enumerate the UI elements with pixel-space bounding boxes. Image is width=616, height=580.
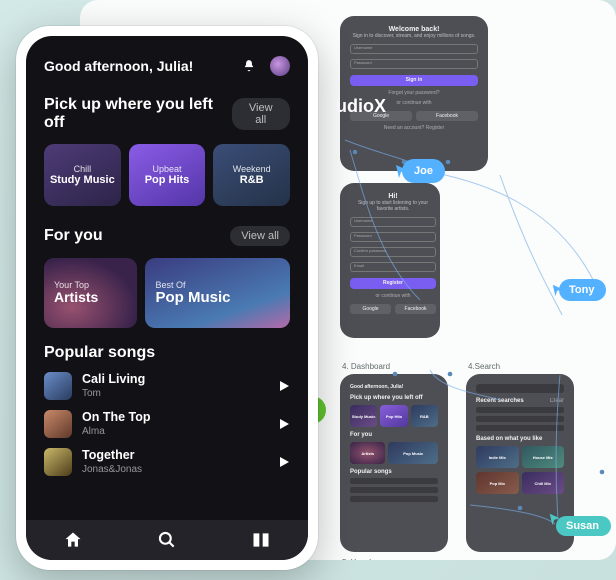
- playlist-card[interactable]: Best Of Pop Music: [145, 258, 290, 328]
- app-name-peek: udioX: [336, 96, 386, 117]
- search-icon[interactable]: [157, 530, 177, 550]
- play-icon[interactable]: [278, 380, 290, 392]
- playlist-card[interactable]: Weekend R&B: [213, 144, 290, 206]
- cursor-icon: [548, 512, 562, 526]
- home-icon[interactable]: [63, 530, 83, 550]
- song-row[interactable]: On The Top Alma: [44, 410, 290, 438]
- view-all-pickup[interactable]: View all: [232, 98, 290, 130]
- thumb-register: Hi! Sign up to start listening to your f…: [340, 183, 440, 338]
- cursor-icon: [551, 283, 565, 297]
- phone-mockup: Good afternoon, Julia! Pick up where you…: [16, 26, 318, 570]
- song-artist: Tom: [82, 388, 268, 399]
- section-title-songs: Popular songs: [44, 344, 155, 362]
- play-icon[interactable]: [278, 456, 290, 468]
- view-all-foryou[interactable]: View all: [230, 226, 290, 246]
- field-password: Password: [350, 59, 478, 69]
- song-title: Together: [82, 449, 268, 462]
- greeting: Good afternoon, Julia!: [44, 58, 193, 74]
- playlist-card[interactable]: Chill Study Music: [44, 144, 121, 206]
- bottom-navbar: [26, 520, 308, 560]
- song-art: [44, 410, 72, 438]
- song-artist: Jonas&Jonas: [82, 464, 268, 475]
- song-title: Cali Living: [82, 373, 268, 386]
- thumb-signin: Welcome back! Sign in to discover, strea…: [340, 16, 488, 171]
- playlist-card[interactable]: Upbeat Pop Hits: [129, 144, 206, 206]
- signin-btn-thumb: Sign in: [350, 75, 478, 86]
- section-title-foryou: For you: [44, 227, 103, 245]
- play-icon[interactable]: [278, 418, 290, 430]
- song-art: [44, 448, 72, 476]
- song-title: On The Top: [82, 411, 268, 424]
- bell-icon[interactable]: [242, 59, 256, 73]
- thumb-dashboard: 4. Dashboard Good afternoon, Julia! Pick…: [340, 374, 448, 552]
- cursor-icon: [394, 163, 410, 179]
- avatar[interactable]: [270, 56, 290, 76]
- field-username: Username: [350, 44, 478, 54]
- collab-cursor-joe: Joe: [402, 159, 445, 183]
- playlist-card[interactable]: Your Top Artists: [44, 258, 137, 328]
- song-artist: Alma: [82, 426, 268, 437]
- song-art: [44, 372, 72, 400]
- song-row[interactable]: Together Jonas&Jonas: [44, 448, 290, 476]
- section-title-pickup: Pick up where you left off: [44, 96, 232, 132]
- library-icon[interactable]: [251, 530, 271, 550]
- collab-cursor-susan: Susan: [556, 516, 611, 536]
- collab-cursor-tony: Tony: [559, 279, 606, 301]
- song-row[interactable]: Cali Living Tom: [44, 372, 290, 400]
- bg-title: Welcome back!: [350, 26, 478, 33]
- bg-subtitle: Sign in to discover, stream, and enjoy m…: [350, 33, 478, 39]
